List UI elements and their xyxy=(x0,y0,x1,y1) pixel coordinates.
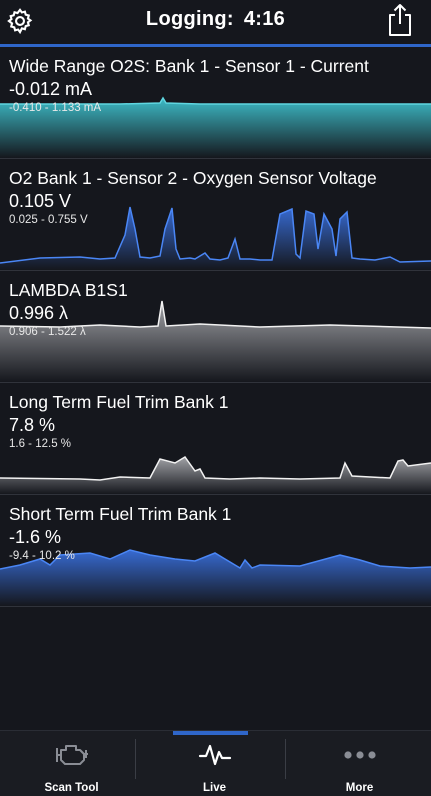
sensor-range: 1.6 - 12.5 % xyxy=(9,438,72,450)
sensor-panel-lambda[interactable]: LAMBDA B1S1 0.996 λ 0.906 - 1.522 λ xyxy=(0,271,431,383)
sensor-range: -0.410 - 1.133 mA xyxy=(9,102,102,114)
tab-more[interactable]: More xyxy=(288,731,431,796)
share-icon[interactable] xyxy=(385,2,415,38)
sensor-panel-stft[interactable]: Short Term Fuel Trim Bank 1 -1.6 % -9.4 … xyxy=(0,495,431,607)
page-title: Logging: 4:16 xyxy=(0,8,431,31)
sensor-range: -9.4 - 10.2 % xyxy=(9,550,75,562)
tab-scan-tool[interactable]: Scan Tool xyxy=(0,731,143,796)
tab-divider xyxy=(285,739,286,779)
tab-label: Live xyxy=(202,782,226,794)
sensor-panel-o2-voltage[interactable]: O2 Bank 1 - Sensor 2 - Oxygen Sensor Vol… xyxy=(0,159,431,271)
app-header: Logging: 4:16 xyxy=(0,0,431,44)
more-dots-icon xyxy=(343,751,376,759)
elapsed-time: 4:16 xyxy=(243,8,286,30)
pulse-icon xyxy=(198,744,231,766)
tab-divider xyxy=(135,739,136,779)
sensor-panel-ltft[interactable]: Long Term Fuel Trim Bank 1 7.8 % 1.6 - 1… xyxy=(0,383,431,495)
title-label: Logging: xyxy=(145,8,234,30)
sensor-range: 0.906 - 1.522 λ xyxy=(9,326,86,338)
sensor-panel-o2s-current[interactable]: Wide Range O2S: Bank 1 - Sensor 1 - Curr… xyxy=(0,47,431,159)
engine-icon xyxy=(55,745,88,765)
sensor-range: 0.025 - 0.755 V xyxy=(9,214,88,226)
tab-live[interactable]: Live xyxy=(143,731,286,796)
bottom-tab-bar: Scan Tool Live More xyxy=(0,730,431,796)
tab-label: More xyxy=(345,782,374,794)
tab-label: Scan Tool xyxy=(44,782,99,794)
